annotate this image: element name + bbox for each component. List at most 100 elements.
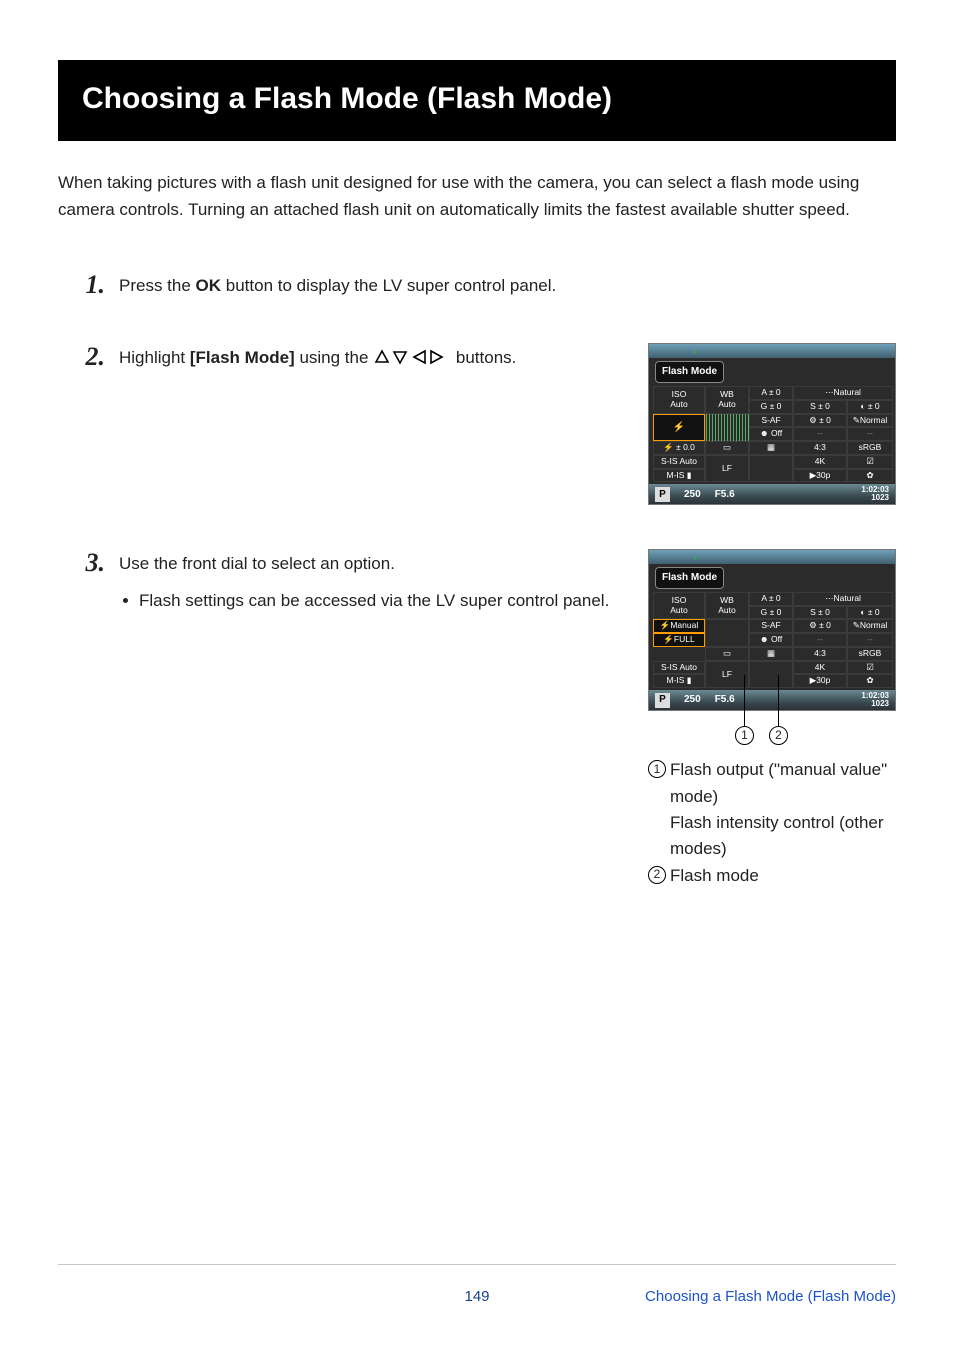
legend-text: Flash mode — [670, 863, 759, 889]
text-fragment: using the — [295, 348, 373, 367]
cell-saf: S-AF — [749, 414, 793, 428]
cell-blank — [749, 455, 793, 483]
cell-blank — [749, 661, 793, 689]
cell-d0: ◐ ± 0 — [847, 606, 893, 620]
text-fragment: buttons. — [451, 348, 516, 367]
page-title: Choosing a Flash Mode (Flash Mode) — [58, 60, 896, 141]
step3-illustration: Flash Mode ISO Auto WB Auto A ± 0 ⋯Natur… — [648, 549, 896, 889]
cell-iso: ISO Auto — [653, 386, 705, 414]
bold-flash-mode: [Flash Mode] — [190, 348, 295, 367]
cam-header-label: Flash Mode — [655, 567, 724, 589]
cell-grid: ▦ — [749, 647, 793, 661]
cell-4k: 4K — [793, 661, 847, 675]
cell-a0: A ± 0 — [749, 386, 793, 400]
cell-30p: ▶30p — [793, 674, 847, 688]
step-number: 1 — [58, 271, 113, 300]
rec-info: 1:02:031023 — [861, 692, 889, 708]
cell-dash: -- — [793, 633, 847, 647]
callout-1-icon: 1 — [735, 726, 754, 745]
cell-off: ☻ Off — [749, 633, 793, 647]
rec-info: 1:02:031023 — [861, 486, 889, 502]
legend-item-2: 2 Flash mode — [648, 863, 896, 889]
page-footer: 149 Choosing a Flash Mode (Flash Mode) — [58, 1264, 896, 1308]
cell-ar: 4:3 — [793, 647, 847, 661]
step2-illustration: Flash Mode ISO Auto WB Auto A ± 0 ⋯Natur… — [648, 343, 896, 505]
camera-screen-flash-mode-highlighted: Flash Mode ISO Auto WB Auto A ± 0 ⋯Natur… — [648, 343, 896, 505]
footer-section-link[interactable]: Choosing a Flash Mode (Flash Mode) — [645, 1285, 896, 1308]
cell-dash: -- — [847, 633, 893, 647]
mode-badge: P — [655, 693, 670, 708]
text-fragment: Press the — [119, 276, 196, 295]
cell-hist — [705, 619, 749, 647]
cam-header-label: Flash Mode — [655, 361, 724, 383]
legend-text: Flash output ("manual value" mode) Flash… — [670, 757, 896, 862]
dpad-arrows-icon — [373, 348, 451, 367]
shutter-speed: 250 — [684, 692, 701, 708]
cell-saf: S-AF — [749, 619, 793, 633]
cell-gear: ✿ — [847, 674, 893, 688]
cell-30p: ▶30p — [793, 469, 847, 483]
step-text: Press the OK button to display the LV su… — [119, 271, 896, 299]
cam-settings-grid: ISO Auto WB Auto A ± 0 ⋯Natural G ± 0 S … — [649, 592, 895, 690]
cell-natural: ⋯Natural — [793, 592, 893, 606]
cell-hist — [705, 414, 749, 442]
text-fragment: Use the front dial to select an option. — [119, 554, 395, 573]
legend-item-1: 1 Flash output ("manual value" mode) Fla… — [648, 757, 896, 862]
cell-sis: S-IS Auto — [653, 455, 705, 469]
cell-natural: ⋯Natural — [793, 386, 893, 400]
cell-rect: ▭ — [705, 441, 749, 455]
cell-srgb: sRGB — [847, 647, 893, 661]
step-1: 1 Press the OK button to display the LV … — [58, 271, 896, 300]
cam-settings-grid: ISO Auto WB Auto A ± 0 ⋯Natural G ± 0 S … — [649, 386, 895, 484]
callout-lines: 1 2 — [648, 711, 896, 747]
cell-sis: S-IS Auto — [653, 661, 705, 675]
shutter-speed: 250 — [684, 487, 701, 503]
cell-flash-manual-selected: ⚡Manual — [653, 619, 705, 633]
cell-flash-selected: ⚡ — [653, 414, 705, 442]
cell-s0: S ± 0 — [793, 606, 847, 620]
callout-legend: 1 Flash output ("manual value" mode) Fla… — [648, 757, 896, 889]
camera-screen-manual-full: Flash Mode ISO Auto WB Auto A ± 0 ⋯Natur… — [648, 549, 896, 711]
mode-badge: P — [655, 487, 670, 502]
cell-dash: -- — [847, 427, 893, 441]
cell-chk: ☑ — [847, 661, 893, 675]
legend-number-icon: 2 — [648, 866, 666, 884]
cell-normal: ✎Normal — [847, 414, 893, 428]
cell-chk: ☑ — [847, 455, 893, 469]
cell-rect: ▭ — [705, 647, 749, 661]
cell-grid: ▦ — [749, 441, 793, 455]
cell-p0: ⚙ ± 0 — [793, 414, 847, 428]
cell-a0: A ± 0 — [749, 592, 793, 606]
cell-off: ☻ Off — [749, 427, 793, 441]
cell-flashval: ⚡ ± 0.0 — [653, 441, 705, 455]
cell-mis: M-IS ▮ — [653, 674, 705, 688]
cam-bottom-bar: P 250 F5.6 1:02:031023 — [649, 484, 895, 504]
page-number: 149 — [464, 1285, 489, 1308]
step-number: 2 — [58, 343, 113, 372]
cell-d0: ◐ ± 0 — [847, 400, 893, 414]
callout-2-icon: 2 — [769, 726, 788, 745]
cam-top-bar — [649, 344, 895, 358]
cell-dash: -- — [793, 427, 847, 441]
step-3: 3 Use the front dial to select an option… — [58, 549, 896, 889]
cell-srgb: sRGB — [847, 441, 893, 455]
step-list: 1 Press the OK button to display the LV … — [58, 271, 896, 889]
bold-ok: OK — [196, 276, 222, 295]
cam-top-bar — [649, 550, 895, 564]
cell-wb: WB Auto — [705, 386, 749, 414]
sub-bullet: Flash settings can be accessed via the L… — [123, 588, 626, 614]
cell-g0: G ± 0 — [749, 400, 793, 414]
cell-ar: 4:3 — [793, 441, 847, 455]
cell-flash-full-selected: ⚡FULL — [653, 633, 705, 647]
aperture: F5.6 — [715, 487, 735, 503]
cam-bottom-bar: P 250 F5.6 1:02:031023 — [649, 690, 895, 710]
legend-number-icon: 1 — [648, 760, 666, 778]
cell-lf: LF — [705, 455, 749, 483]
step-number: 3 — [58, 549, 113, 578]
cell-lf: LF — [705, 661, 749, 689]
cell-p0: ⚙ ± 0 — [793, 619, 847, 633]
step-text: Highlight [Flash Mode] using the buttons… — [119, 343, 626, 505]
step-2: 2 Highlight [Flash Mode] using the butto… — [58, 343, 896, 505]
cell-g0: G ± 0 — [749, 606, 793, 620]
step-text: Use the front dial to select an option. … — [119, 549, 626, 889]
